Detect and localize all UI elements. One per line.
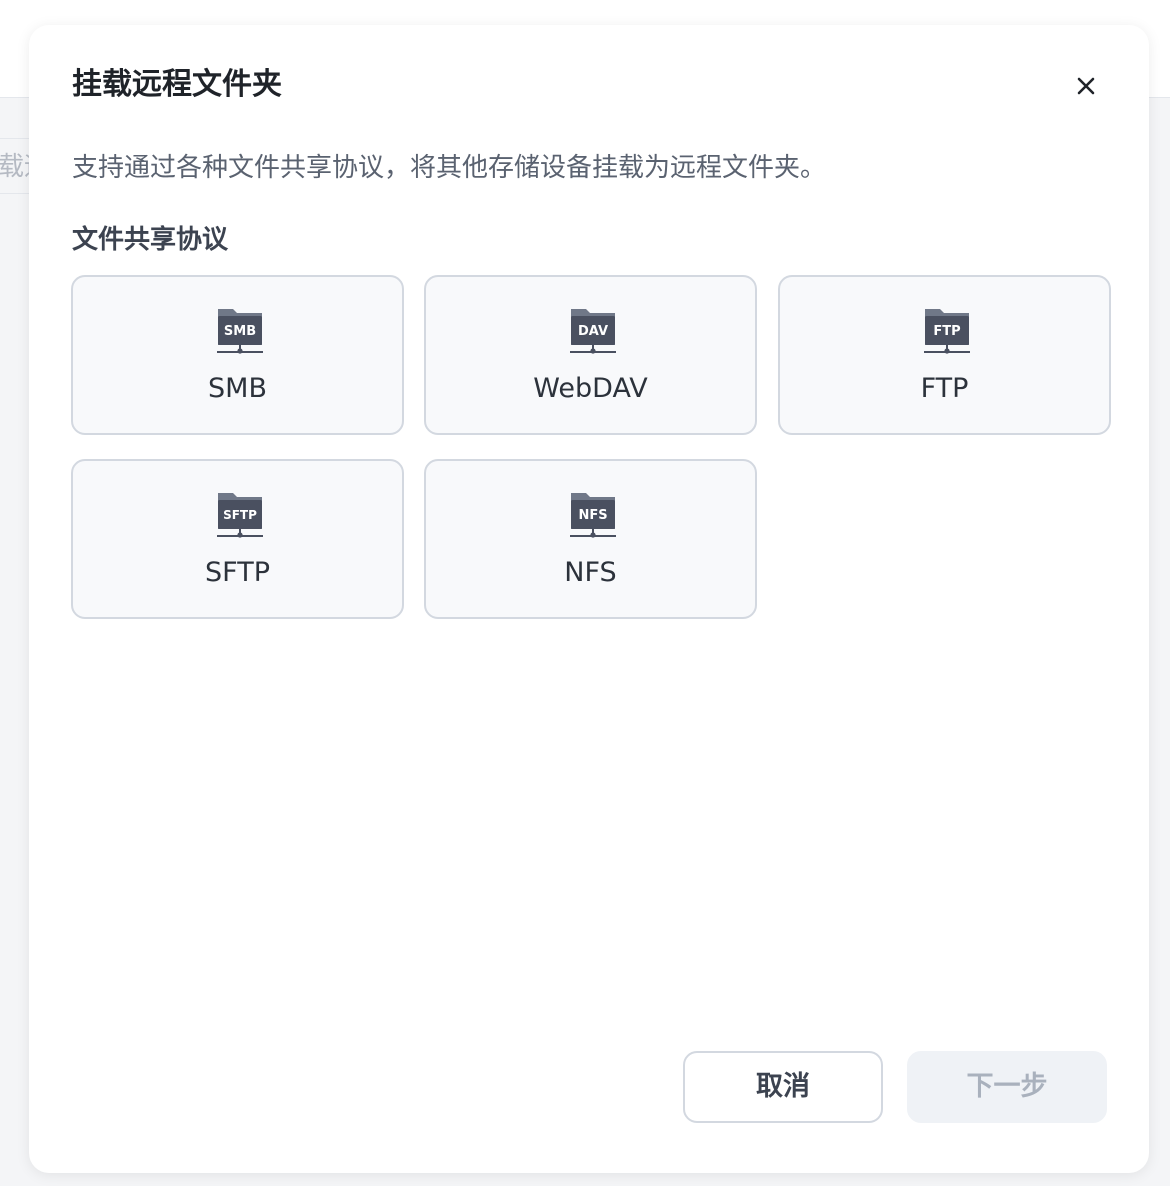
close-button[interactable]: [1071, 71, 1101, 101]
svg-text:NFS: NFS: [578, 508, 607, 523]
cancel-button[interactable]: 取消: [683, 1051, 883, 1123]
dialog-description: 支持通过各种文件共享协议，将其他存储设备挂载为远程文件夹。: [72, 153, 827, 183]
protocol-label: SMB: [208, 373, 267, 404]
sftp-folder-icon: SFTP: [217, 493, 263, 538]
protocol-label: NFS: [564, 557, 617, 588]
webdav-folder-icon: DAV: [570, 309, 616, 354]
svg-text:SMB: SMB: [224, 324, 256, 339]
protocol-card-ftp[interactable]: FTP FTP: [778, 275, 1111, 435]
protocol-card-smb[interactable]: SMB SMB: [71, 275, 404, 435]
close-icon: [1077, 77, 1095, 95]
protocol-card-webdav[interactable]: DAV WebDAV: [424, 275, 757, 435]
protocol-card-grid: SMB SMB DAV WebDAV FTP FTP SFTP SFTP NFS…: [71, 275, 1111, 619]
smb-folder-icon: SMB: [217, 309, 263, 354]
dialog-title: 挂载远程文件夹: [72, 67, 282, 102]
svg-text:DAV: DAV: [578, 324, 608, 339]
next-step-button[interactable]: 下一步: [907, 1051, 1107, 1123]
protocol-card-nfs[interactable]: NFS NFS: [424, 459, 757, 619]
protocol-section-label: 文件共享协议: [72, 225, 229, 255]
svg-text:FTP: FTP: [933, 324, 960, 339]
svg-text:SFTP: SFTP: [223, 508, 257, 522]
ftp-folder-icon: FTP: [924, 309, 970, 354]
protocol-label: WebDAV: [533, 373, 648, 404]
protocol-label: SFTP: [205, 557, 270, 588]
protocol-label: FTP: [920, 373, 969, 404]
protocol-card-sftp[interactable]: SFTP SFTP: [71, 459, 404, 619]
mount-remote-folder-dialog: 挂载远程文件夹 支持通过各种文件共享协议，将其他存储设备挂载为远程文件夹。 文件…: [29, 25, 1149, 1173]
nfs-folder-icon: NFS: [570, 493, 616, 538]
